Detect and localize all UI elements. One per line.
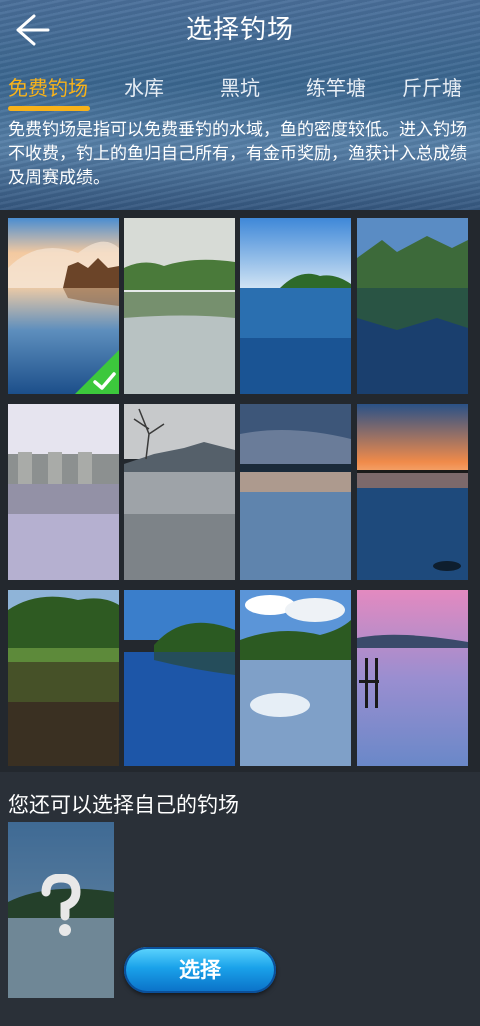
scene-tile-11[interactable] — [240, 590, 351, 766]
scene-tile-7[interactable] — [240, 404, 351, 580]
scene-tile-10[interactable] — [124, 590, 235, 766]
tab-description: 免费钓场是指可以免费垂钓的水域，鱼的密度较低。进入钓场不收费，钓上的鱼归自己所有… — [8, 120, 467, 188]
scene-tile-1[interactable] — [8, 218, 119, 394]
tab-weight-pond[interactable]: 斤斤塘 — [384, 72, 480, 104]
selected-check-icon — [75, 350, 119, 394]
select-button[interactable]: 选择 — [124, 947, 276, 993]
question-mark-icon — [41, 874, 81, 936]
tab-bar: 免费钓场 水库 黑坑 练竿塘 斤斤塘 — [0, 72, 480, 112]
scene-tile-4[interactable] — [357, 218, 468, 394]
scene-tile-8[interactable] — [357, 404, 468, 580]
tab-active-indicator — [8, 106, 90, 111]
scene-tile-12[interactable] — [357, 590, 468, 766]
tab-practice-pond[interactable]: 练竿塘 — [288, 72, 384, 104]
page-title: 选择钓场 — [185, 15, 294, 45]
custom-spot-label: 您还可以选择自己的钓场 — [8, 793, 239, 817]
header: 选择钓场 免费钓场 水库 黑坑 练竿塘 斤斤塘 免费钓场是指可以免费垂钓的水域，… — [0, 0, 480, 210]
scene-tile-9[interactable] — [8, 590, 119, 766]
tab-free[interactable]: 免费钓场 — [0, 72, 96, 104]
scene-grid — [0, 210, 480, 772]
scene-tile-6[interactable] — [124, 404, 235, 580]
tab-black-pit[interactable]: 黑坑 — [192, 72, 288, 104]
tab-reservoir[interactable]: 水库 — [96, 72, 192, 104]
scene-tile-5[interactable] — [8, 404, 119, 580]
scene-tile-2[interactable] — [124, 218, 235, 394]
custom-spot-thumb[interactable] — [8, 822, 114, 998]
scene-tile-3[interactable] — [240, 218, 351, 394]
